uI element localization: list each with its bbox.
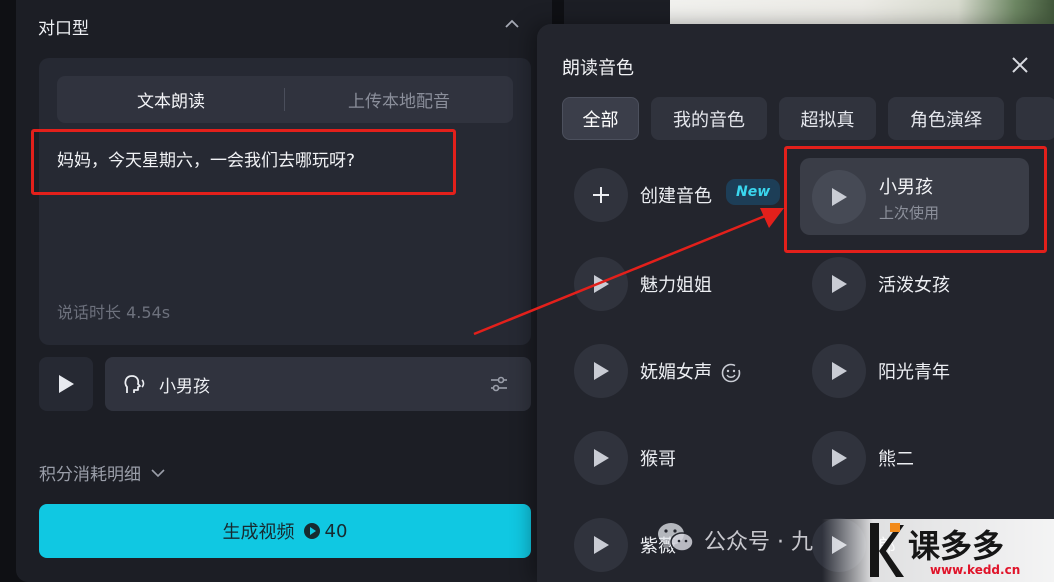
preview-image: [670, 0, 1054, 26]
voice-name: 魅力姐姐: [640, 275, 712, 296]
voice-name: 小男孩: [879, 177, 933, 198]
adjust-settings-icon[interactable]: [489, 374, 509, 394]
wechat-icon: [658, 523, 694, 552]
voice-item-selected[interactable]: 小男孩 上次使用: [800, 158, 1029, 235]
generate-video-button[interactable]: 生成视频 40: [39, 504, 531, 558]
chevron-up-icon[interactable]: [504, 18, 520, 30]
category-tab-more[interactable]: [1016, 97, 1054, 140]
voice-play-circle[interactable]: [574, 431, 628, 485]
voice-play-circle[interactable]: [574, 344, 628, 398]
play-icon: [594, 275, 609, 293]
section-title: 对口型: [38, 19, 89, 39]
watermark-logo: 课多多 www.kedd.cn: [822, 519, 1054, 582]
voice-play-circle[interactable]: [812, 170, 866, 224]
generate-cost-value: 40: [324, 520, 348, 542]
play-icon: [594, 449, 609, 467]
lip-sync-panel: 对口型 文本朗读 上传本地配音 妈妈，今天星期六，一会我们去哪玩呀? 说话时长 …: [16, 0, 552, 582]
voice-item[interactable]: 猴哥: [574, 431, 794, 489]
voice-item[interactable]: 魅力姐姐: [574, 257, 794, 315]
category-tab-hyper-real[interactable]: 超拟真: [779, 97, 876, 140]
logo-domain: www.kedd.cn: [930, 563, 1021, 577]
chevron-down-icon: [151, 468, 165, 477]
voice-name: 熊二: [878, 449, 914, 470]
play-icon: [594, 362, 609, 380]
create-voice-label: 创建音色: [640, 186, 712, 207]
mode-tabs: 文本朗读 上传本地配音: [57, 76, 513, 123]
last-used-label: 上次使用: [879, 204, 940, 222]
generate-cost: 40: [303, 520, 348, 542]
logo-title: 课多多: [908, 527, 1005, 565]
popup-title: 朗读音色: [562, 58, 634, 79]
tab-text-read[interactable]: 文本朗读: [57, 76, 285, 123]
voice-picker-popup: 朗读音色 全部 我的音色 超拟真 角色演绎 创建音色 New 小男孩 上次使用 …: [537, 24, 1054, 582]
category-tab-my-voices[interactable]: 我的音色: [651, 97, 767, 140]
voice-play-circle[interactable]: [812, 257, 866, 311]
voice-select[interactable]: 小男孩: [105, 357, 531, 411]
plus-icon: [593, 187, 609, 203]
watermark-text: 公众号 · 九: [704, 530, 813, 555]
speech-duration: 说话时长 4.54s: [57, 303, 171, 322]
voice-name: 妩媚女声: [640, 362, 712, 383]
lip-sync-header[interactable]: 对口型: [16, 0, 552, 52]
voice-item[interactable]: 熊二: [812, 431, 1032, 489]
plus-circle: [574, 168, 628, 222]
tab-upload-audio[interactable]: 上传本地配音: [285, 76, 513, 123]
voice-play-circle[interactable]: [574, 257, 628, 311]
background-panel: [564, 0, 670, 26]
play-icon: [832, 275, 847, 293]
create-voice-button[interactable]: 创建音色 New: [574, 168, 794, 226]
play-icon: [832, 188, 847, 206]
voice-name-row: 妩媚女声: [640, 358, 742, 384]
play-icon: [594, 536, 609, 554]
voice-name: 活泼女孩: [878, 275, 950, 296]
category-tab-all[interactable]: 全部: [562, 97, 639, 140]
voice-play-circle[interactable]: [574, 518, 628, 572]
script-card: 文本朗读 上传本地配音 妈妈，今天星期六，一会我们去哪玩呀? 说话时长 4.54…: [39, 58, 531, 345]
smile-icon: [721, 363, 741, 383]
new-badge: New: [726, 179, 781, 205]
voice-name: 猴哥: [640, 449, 676, 470]
play-icon: [59, 375, 74, 393]
close-icon[interactable]: [1010, 55, 1030, 75]
voice-play-circle[interactable]: [812, 431, 866, 485]
voice-name: 阳光青年: [878, 362, 950, 383]
voice-item[interactable]: 阳光青年: [812, 344, 1032, 402]
play-icon: [832, 362, 847, 380]
script-text-input[interactable]: 妈妈，今天星期六，一会我们去哪玩呀?: [57, 146, 355, 171]
selected-voice-name: 小男孩: [159, 377, 210, 397]
voice-item[interactable]: 妩媚女声: [574, 344, 794, 402]
credit-coin-icon: [303, 523, 320, 539]
play-icon: [832, 449, 847, 467]
voice-item[interactable]: 活泼女孩: [812, 257, 1032, 315]
speaking-head-icon: [124, 375, 145, 393]
preview-play-button[interactable]: [39, 357, 93, 411]
k-logo-icon: [870, 523, 904, 577]
credits-label: 积分消耗明细: [39, 465, 141, 485]
voice-play-circle[interactable]: [812, 344, 866, 398]
generate-label: 生成视频: [222, 522, 295, 543]
credits-detail-toggle[interactable]: 积分消耗明细: [39, 460, 165, 485]
category-tab-role-play[interactable]: 角色演绎: [888, 97, 1004, 140]
